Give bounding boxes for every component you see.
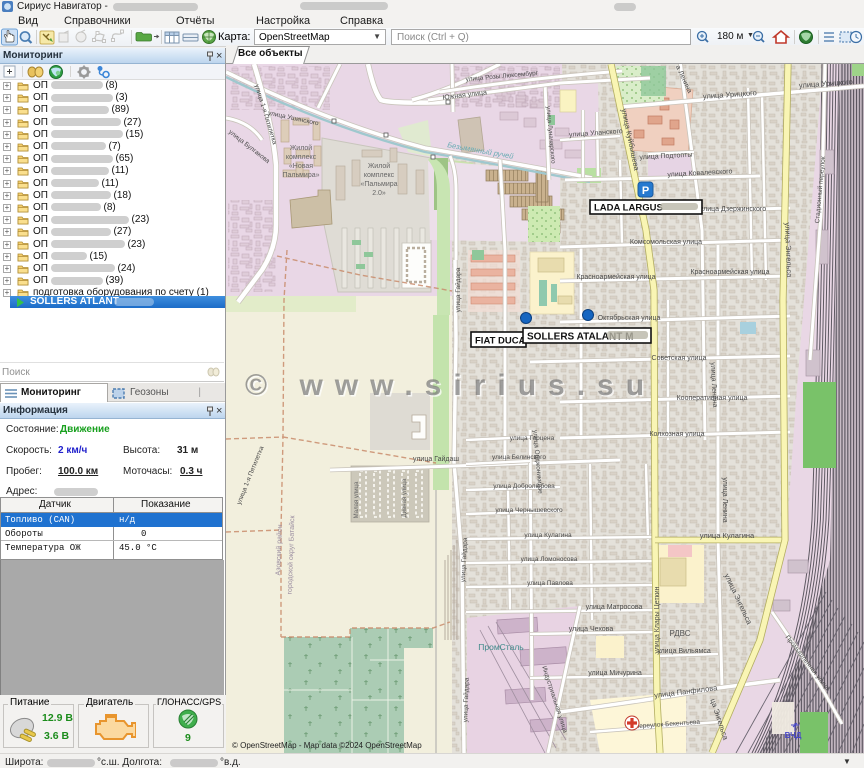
svg-text:улица Матросова: улица Матросова — [586, 604, 643, 611]
svg-text:комплекс: комплекс — [286, 154, 317, 161]
svg-text:РДВС: РДВС — [669, 629, 690, 638]
svg-text:ПромСталь: ПромСталь — [478, 642, 524, 652]
svg-text:«Пальмира: «Пальмира — [360, 181, 397, 188]
svg-text:Малая улица: Малая улица — [354, 481, 360, 518]
svg-text:Советская улица: Советская улица — [652, 355, 707, 362]
svg-text:улица Дзержинского: улица Дзержинского — [700, 206, 766, 213]
svg-text:улица Ломоносова: улица Ломоносова — [521, 556, 578, 563]
svg-text:Красноармейская улица: Красноармейская улица — [576, 273, 655, 281]
svg-text:улица Кулагина: улица Кулагина — [524, 532, 572, 539]
svg-text:Жилой: Жилой — [368, 162, 390, 170]
svg-text:улица Чернышевского: улица Чернышевского — [495, 507, 563, 514]
svg-text:улица Гайдара: улица Гайдара — [461, 677, 471, 722]
svg-text:улица Гайдаш: улица Гайдаш — [413, 455, 459, 463]
svg-text:2.0»: 2.0» — [372, 190, 386, 197]
svg-text:улица Кулагина: улица Кулагина — [700, 531, 755, 540]
svg-text:улица Вильямса: улица Вильямса — [657, 648, 711, 655]
svg-text:улица Клары Цеткин: улица Клары Цеткин — [654, 586, 661, 653]
svg-text:улица Мичурина: улица Мичурина — [588, 670, 642, 677]
svg-text:© www.sirius.su: © www.sirius.su — [245, 369, 656, 402]
svg-text:Октябрьская улица: Октябрьская улица — [598, 314, 661, 322]
svg-text:Комсомольская улица: Комсомольская улица — [630, 239, 702, 246]
svg-text:Жилой: Жилой — [290, 144, 312, 152]
svg-text:ВЧД: ВЧД — [785, 731, 802, 740]
svg-text:Красноармейская улица: Красноармейская улица — [690, 268, 769, 276]
svg-text:Колхозная улица: Колхозная улица — [649, 431, 704, 438]
svg-text:© OpenStreetMap - Map data ©20: © OpenStreetMap - Map data ©2024 OpenStr… — [232, 741, 422, 750]
svg-text:улица Чехова: улица Чехова — [569, 626, 614, 633]
svg-text:LADA LARGUS: LADA LARGUS — [594, 203, 663, 214]
svg-text:Пальмира»: Пальмира» — [282, 172, 319, 179]
svg-text:Дивная улица: Дивная улица — [402, 478, 408, 517]
svg-text:«Новая: «Новая — [289, 163, 313, 170]
svg-text:улица Павлова: улица Павлова — [527, 580, 573, 587]
svg-text:P: P — [642, 185, 649, 197]
svg-text:улица Гайдара: улица Гайдара — [454, 267, 462, 312]
svg-text:улица Добролюбова: улица Добролюбова — [493, 482, 555, 490]
svg-text:улица Ленина: улица Ленина — [721, 477, 728, 522]
svg-text:комплекс: комплекс — [364, 172, 395, 179]
